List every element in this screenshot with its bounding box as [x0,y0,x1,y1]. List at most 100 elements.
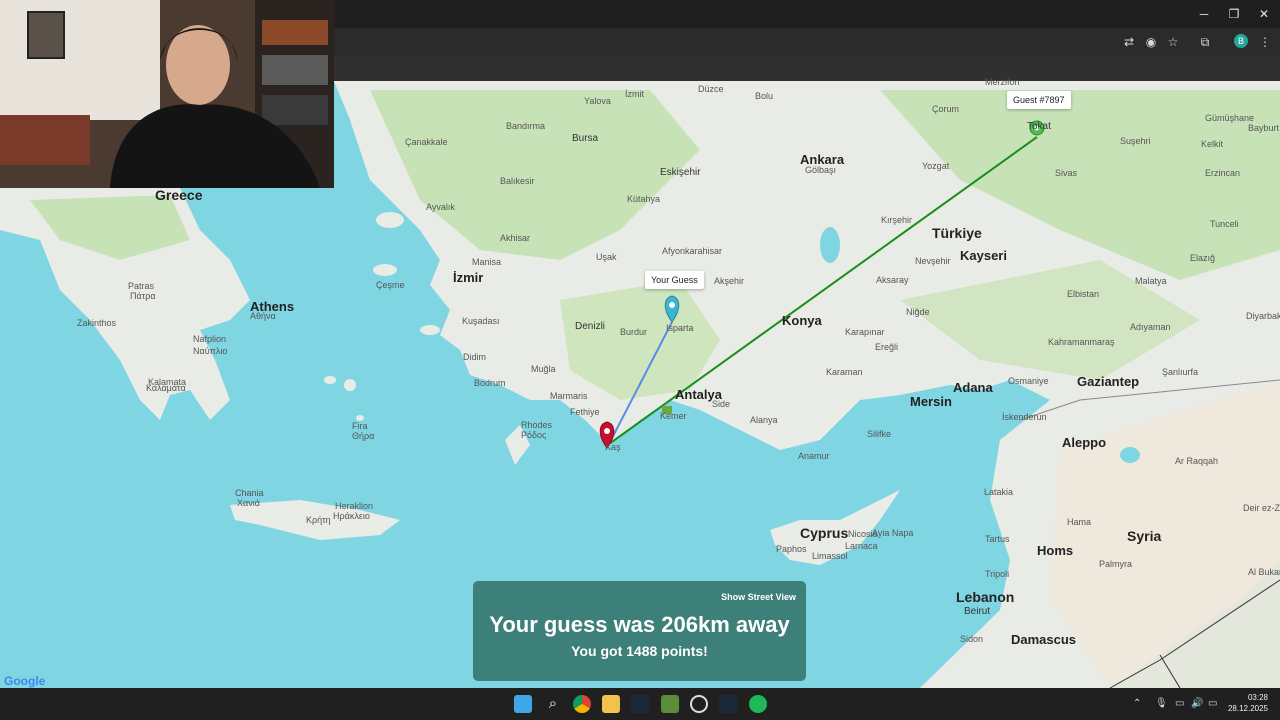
label-ayia-napa: Ayia Napa [872,528,914,538]
label-malatya: Malatya [1135,276,1167,286]
label-homs: Homs [1037,543,1074,558]
translate-icon[interactable]: ⇄ [1120,34,1138,50]
label-ayvalik: Ayvalık [426,202,455,212]
label-susehri: Suşehri [1120,136,1151,146]
label-latakia: Latakia [984,487,1014,497]
label-fira-greek: Θήρα [352,431,375,441]
label-anamur: Anamur [798,451,830,461]
label-sanliurfa: Şanlıurfa [1162,367,1199,377]
label-isparta: Isparta [666,323,694,333]
label-duzce: Düzce [698,84,724,94]
label-damascus: Damascus [1011,632,1077,647]
steam-2-icon[interactable] [719,695,737,713]
label-gumushane: Gümüşhane [1205,113,1255,123]
label-athens-greek: Αθήνα [250,311,276,321]
label-izmit: İzmit [625,89,644,99]
label-adiyaman: Adıyaman [1130,322,1171,332]
result-panel: Show Street View Your guess was 206km aw… [473,581,806,681]
clock-date: 28.12.2025 [1227,704,1268,713]
your-guess-tooltip: Your Guess [645,271,704,289]
label-kusadasi: Kuşadası [462,316,500,326]
webcam-overlay [0,0,334,188]
network-icon[interactable]: ▭ [1175,698,1184,709]
minecraft-icon[interactable] [661,695,679,713]
volume-icon[interactable]: 🔊 [1191,698,1203,709]
show-street-view-button[interactable]: Show Street View [721,592,796,602]
label-akhisar: Akhisar [500,233,531,243]
label-cesme: Çeşme [376,280,405,290]
label-golbasi: Gölbaşı [805,165,837,175]
microphone-icon[interactable]: 🎙 [1155,698,1168,709]
steam-icon[interactable] [631,695,649,713]
profile-avatar[interactable]: B [1234,34,1248,48]
label-nevsehir: Nevşehir [915,256,951,266]
extensions-icon[interactable]: ⧉ [1196,34,1214,50]
label-diyarbakir: Diyarbakır [1246,311,1280,321]
maximize-icon[interactable]: ❐ [1220,4,1248,24]
label-kahramanmaras: Kahramanmaraş [1048,337,1115,347]
battery-icon[interactable]: ▭ [1208,698,1217,709]
label-heraklion-greek: Ηράκλειο [333,511,370,521]
label-beirut: Beirut [964,606,991,617]
label-yalova: Yalova [584,96,611,106]
windows-start-icon[interactable] [514,695,532,713]
label-izmir: İzmir [453,270,484,285]
label-bursa: Bursa [572,133,599,144]
label-kutahya: Kütahya [627,194,661,204]
label-corum: Çorum [932,104,960,114]
clock-time: 03:28 [1247,693,1268,702]
label-marmaris: Marmaris [550,391,588,401]
label-manisa: Manisa [472,257,502,267]
label-palmyra: Palmyra [1099,559,1133,569]
label-patras: Patras [128,281,155,291]
label-turkiye: Türkiye [932,225,982,241]
label-iskenderun: İskenderun [1002,412,1047,422]
chrome-icon[interactable] [573,695,591,713]
label-canakkale: Çanakkale [405,137,448,147]
label-tripoli: Tripoli [985,569,1010,579]
label-crete-greek: Κρήτη [306,515,331,525]
label-bandirma: Bandırma [506,121,546,131]
label-aleppo: Aleppo [1062,435,1107,450]
menu-icon[interactable]: ⋮ [1256,34,1274,50]
label-kemer: Kemer [660,411,687,421]
label-alanya: Alanya [750,415,778,425]
taskbar-clock[interactable]: 03:28 28.12.2025 [1228,692,1268,714]
label-bodrum: Bodrum [474,378,506,388]
label-mersin: Mersin [910,394,952,409]
bookmark-star-icon[interactable]: ☆ [1164,34,1182,50]
file-explorer-icon[interactable] [602,695,620,713]
label-eregli: Ereğli [875,342,899,352]
search-icon[interactable]: ⌕ [544,695,562,713]
label-denizli: Denizli [575,321,606,332]
label-gaziantep: Gaziantep [1077,374,1140,389]
label-merzifon: Merzifon [985,77,1020,87]
label-kalamata-greek: Καλαμάτα [146,383,186,393]
label-side: Side [712,399,731,409]
label-bolu: Bolu [755,91,774,101]
close-icon[interactable]: ✕ [1250,4,1278,24]
label-aksehir: Akşehir [714,276,745,286]
guest-tooltip: Guest #7897 [1007,91,1071,109]
label-cyprus: Cyprus [800,525,849,541]
label-burdur: Burdur [620,327,648,337]
label-didim: Didim [463,352,487,362]
label-karaman: Karaman [826,367,863,377]
eye-icon[interactable]: ◉ [1142,34,1160,50]
label-tartus: Tartus [985,534,1010,544]
label-fethiye: Fethiye [570,407,600,417]
label-nafplion-greek: Ναύπλιο [193,346,228,356]
label-limassol: Limassol [812,551,848,561]
result-points: You got 1488 points! [571,643,708,659]
label-karapinar: Karapınar [845,327,885,337]
chatgpt-icon[interactable] [690,695,708,713]
label-kirsehir: Kırşehir [881,215,913,225]
label-eskisehir: Eskişehir [660,167,701,178]
spotify-icon[interactable] [749,695,767,713]
label-al-bukamal: Al Bukamal [1248,567,1280,577]
minimize-icon[interactable]: ─ [1190,4,1218,24]
label-adana: Adana [953,380,993,395]
tray-chevron-icon[interactable]: ⌃ [1133,698,1141,709]
label-larnaca: Larnaca [845,541,878,551]
label-ar-raqqah: Ar Raqqah [1175,456,1219,466]
